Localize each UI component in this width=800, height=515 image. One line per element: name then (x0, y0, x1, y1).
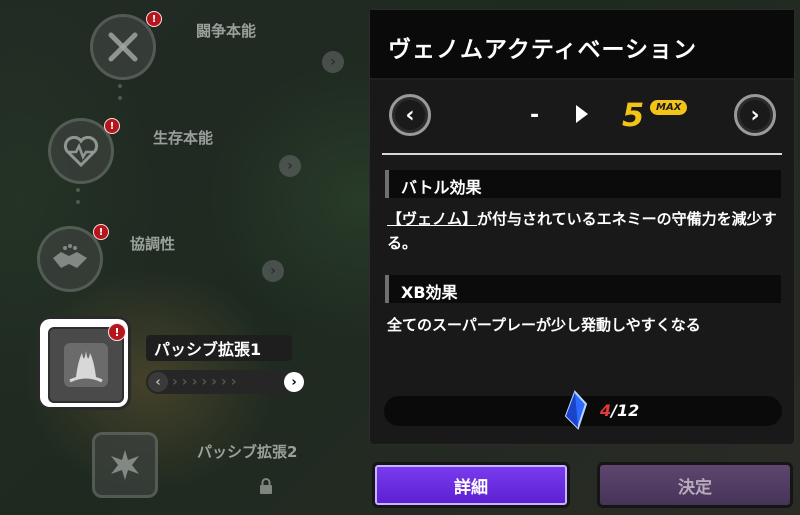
venom-keyword[interactable]: 【ヴェノム】 (387, 210, 477, 228)
divider (382, 153, 782, 155)
lock-icon (260, 478, 272, 494)
chevron-right-icon: › (740, 100, 770, 130)
cost-value: 4/12 (600, 401, 640, 420)
level-up-button[interactable]: › (734, 94, 776, 136)
tree-connector (118, 84, 122, 108)
max-badge: MAX (650, 100, 688, 115)
xb-effect-heading: XB効果 (385, 275, 781, 303)
current-level: - (530, 103, 540, 128)
crossed-swords-icon (90, 14, 156, 80)
burst-icon (92, 432, 158, 498)
decide-button[interactable]: 決定 (597, 462, 793, 508)
xb-effect-text: 全てのスーパープレーが少し発動しやすくなる (387, 316, 701, 334)
battle-effect-text: 【ヴェノム】が付与されているエネミーの守備力を減少する。 (387, 210, 777, 252)
alert-badge: ! (104, 118, 120, 134)
alert-badge: ! (146, 11, 162, 27)
skill-node-label: 協調性 (130, 235, 176, 253)
alert-badge: ! (93, 224, 109, 240)
skill-node-label: 闘争本能 (196, 22, 257, 40)
alert-badge: ! (108, 323, 126, 341)
next-level: 5 (622, 96, 645, 134)
skill-node-label: パッシブ拡張2 (197, 443, 298, 461)
cost-bar: 4/12 (384, 390, 782, 430)
skill-progress-bar: ‹ › › › › › › › › (146, 370, 306, 394)
selected-skill-card[interactable]: ! (40, 319, 128, 407)
arrow-right-icon (576, 105, 588, 123)
skill-node-label: 生存本能 (153, 129, 214, 147)
detail-button[interactable]: 詳細 (372, 462, 570, 508)
progress-chevrons: › › › › › › › (172, 374, 237, 390)
battle-effect-heading: バトル効果 (385, 170, 781, 198)
chevron-left-icon: ‹ (395, 100, 425, 130)
panel-header: ヴェノムアクティベーション (370, 10, 794, 80)
skill-title: ヴェノムアクティベーション (388, 37, 698, 63)
chevron-left-icon[interactable]: ‹ (148, 372, 168, 392)
chevron-right-icon[interactable]: › (262, 260, 284, 282)
skill-detail-panel: ヴェノムアクティベーション ‹ - 5 MAX › バトル効果 【ヴェノム】が付… (370, 10, 794, 444)
chevron-right-icon[interactable]: › (284, 372, 304, 392)
selected-skill-label: パッシブ拡張1 (146, 335, 292, 361)
chevron-right-icon[interactable]: › (322, 51, 344, 73)
chevron-right-icon[interactable]: › (279, 155, 301, 177)
tree-connector (76, 188, 80, 212)
blue-crystal-icon (564, 390, 588, 430)
level-down-button[interactable]: ‹ (389, 94, 431, 136)
